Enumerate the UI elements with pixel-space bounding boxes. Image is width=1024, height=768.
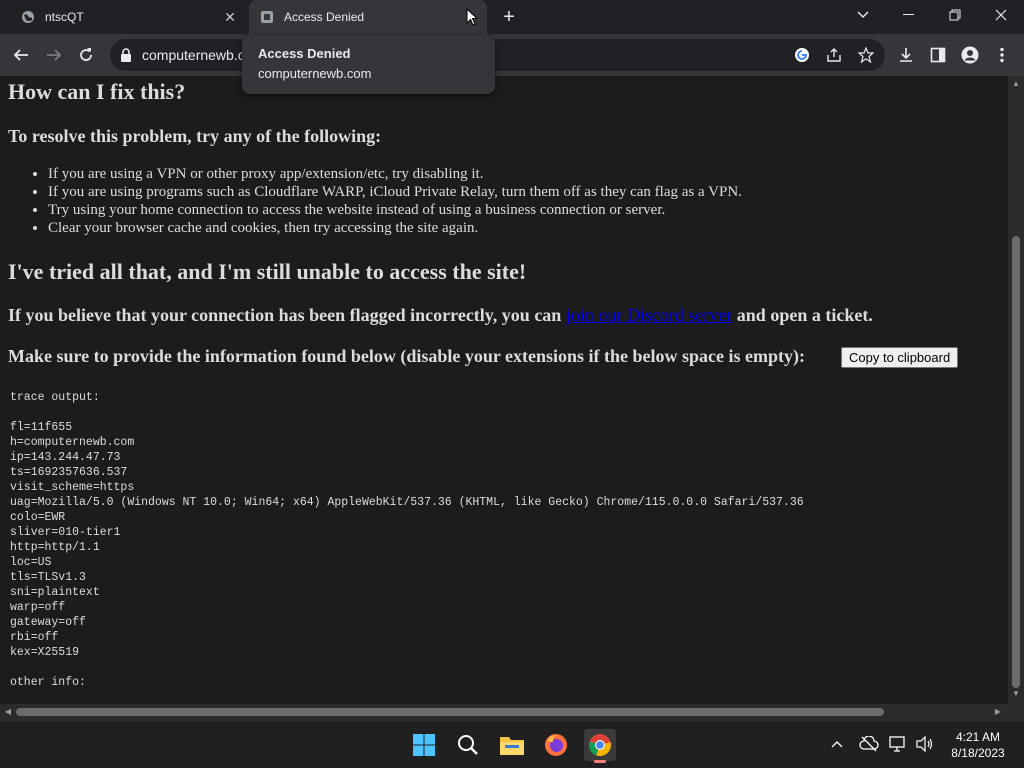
close-window-icon[interactable] — [978, 0, 1024, 30]
taskbar-clock[interactable]: 4:21 AM 8/18/2023 — [940, 729, 1016, 761]
bookmark-star-icon[interactable] — [854, 43, 878, 67]
trace-line: trace output: — [10, 391, 100, 404]
tips-list: If you are using a VPN or other proxy ap… — [48, 165, 742, 237]
scroll-up-arrow-icon[interactable]: ▲ — [1012, 80, 1020, 88]
trace-line: warp=off — [10, 601, 66, 614]
trace-output: trace output: fl=11f655 h=computernewb.co… — [10, 390, 804, 690]
horizontal-scroll-thumb[interactable] — [16, 708, 884, 716]
trace-line — [10, 660, 804, 675]
trace-line: fl=11f655 — [10, 421, 73, 434]
trace-line: kex=X25519 — [10, 646, 80, 659]
network-icon[interactable] — [888, 733, 910, 755]
globe-icon — [21, 10, 35, 24]
restore-icon[interactable] — [932, 0, 978, 30]
profile-avatar-icon[interactable] — [958, 43, 982, 67]
trace-line: colo=EWR — [10, 511, 66, 524]
mouse-cursor-icon — [466, 7, 479, 31]
url-text: computernewb.c — [142, 47, 245, 63]
scrollbar-corner — [1008, 704, 1024, 720]
heading-resolve: To resolve this problem, try any of the … — [8, 126, 382, 146]
clock-date: 8/18/2023 — [951, 746, 1005, 760]
tab-access-denied[interactable]: Access Denied — [249, 0, 487, 34]
forward-arrow-icon[interactable] — [42, 43, 66, 67]
trace-line: visit_scheme=https — [10, 481, 135, 494]
discord-link[interactable]: join our Discord server — [566, 305, 732, 325]
trace-line: loc=US — [10, 556, 52, 569]
trace-line: ip=143.244.47.73 — [10, 451, 121, 464]
google-icon[interactable] — [790, 43, 814, 67]
trace-line: http=http/1.1 — [10, 541, 100, 554]
new-tab-button[interactable]: + — [498, 7, 520, 27]
vertical-scroll-thumb[interactable] — [1012, 236, 1020, 688]
tab-strip: ntscQT ✕ Access Denied + — [0, 0, 1024, 34]
chrome-icon[interactable] — [584, 729, 616, 763]
tab-title: Access Denied — [284, 10, 365, 24]
trace-line: sliver=010-tier1 — [10, 526, 121, 539]
site-favicon-icon — [260, 10, 274, 24]
more-options-icon[interactable] — [990, 43, 1014, 67]
trace-line: tls=TLSv1.3 — [10, 571, 86, 584]
reload-icon[interactable] — [74, 43, 98, 67]
share-icon[interactable] — [822, 43, 846, 67]
scroll-down-arrow-icon[interactable]: ▼ — [1012, 690, 1020, 698]
horizontal-scrollbar[interactable]: ◀ ▶ — [0, 704, 1008, 720]
trace-line: gateway=off — [10, 616, 86, 629]
volume-icon[interactable] — [914, 733, 936, 755]
ticket-paragraph: If you believe that your connection has … — [8, 305, 873, 326]
chevron-up-icon[interactable] — [826, 733, 848, 755]
hovercard-title: Access Denied — [258, 46, 351, 61]
hovercard-domain: computernewb.com — [258, 66, 372, 81]
list-item: If you are using a VPN or other proxy ap… — [48, 165, 742, 183]
page-viewport[interactable]: How can I fix this? To resolve this prob… — [0, 76, 1008, 704]
trace-line: h=computernewb.com — [10, 436, 135, 449]
list-item: Try using your home connection to access… — [48, 201, 742, 219]
vertical-scrollbar[interactable]: ▲ ▼ — [1008, 76, 1024, 704]
scroll-right-arrow-icon[interactable]: ▶ — [994, 708, 1002, 716]
ticket-prefix: If you believe that your connection has … — [8, 305, 562, 325]
close-tab-icon[interactable]: ✕ — [222, 9, 238, 25]
trace-line: other info: — [10, 676, 86, 689]
ticket-suffix: and open a ticket. — [736, 305, 873, 325]
copy-to-clipboard-button[interactable]: Copy to clipboard — [841, 347, 959, 368]
info-paragraph: Make sure to provide the information fou… — [8, 346, 806, 366]
search-icon[interactable] — [452, 729, 484, 761]
list-item: If you are using programs such as Cloudf… — [48, 183, 742, 201]
address-bar[interactable]: computernewb.c — [110, 39, 885, 71]
download-icon[interactable] — [894, 43, 918, 67]
scroll-left-arrow-icon[interactable]: ◀ — [4, 708, 12, 716]
clock-time: 4:21 AM — [955, 730, 1001, 744]
lock-icon[interactable] — [120, 48, 132, 67]
tab-title: ntscQT — [45, 10, 84, 24]
tab-ntscqt[interactable]: ntscQT ✕ — [8, 0, 244, 34]
windows-taskbar: 4:21 AM 8/18/2023 — [0, 720, 1024, 768]
trace-line: uag=Mozilla/5.0 (Windows NT 10.0; Win64;… — [10, 496, 804, 509]
heading-fix: How can I fix this? — [8, 79, 186, 104]
side-panel-icon[interactable] — [926, 43, 950, 67]
back-arrow-icon[interactable] — [9, 43, 33, 67]
browser-toolbar: computernewb.c — [0, 34, 1024, 76]
heading-tried: I've tried all that, and I'm still unabl… — [8, 259, 527, 284]
firefox-icon[interactable] — [540, 729, 572, 761]
trace-line: sni=plaintext — [10, 586, 100, 599]
trace-line: rbi=off — [10, 631, 59, 644]
file-explorer-icon[interactable] — [496, 729, 528, 761]
cloud-offline-icon[interactable] — [858, 733, 880, 755]
trace-line: ts=1692357636.537 — [10, 466, 128, 479]
active-app-indicator — [594, 760, 606, 763]
tab-search-chevron-down-icon[interactable] — [840, 0, 886, 30]
tab-hover-card: Access Denied computernewb.com — [242, 36, 495, 94]
trace-line — [10, 405, 804, 420]
list-item: Clear your browser cache and cookies, th… — [48, 219, 742, 237]
minimize-icon[interactable] — [886, 0, 932, 30]
start-icon[interactable] — [408, 729, 440, 761]
